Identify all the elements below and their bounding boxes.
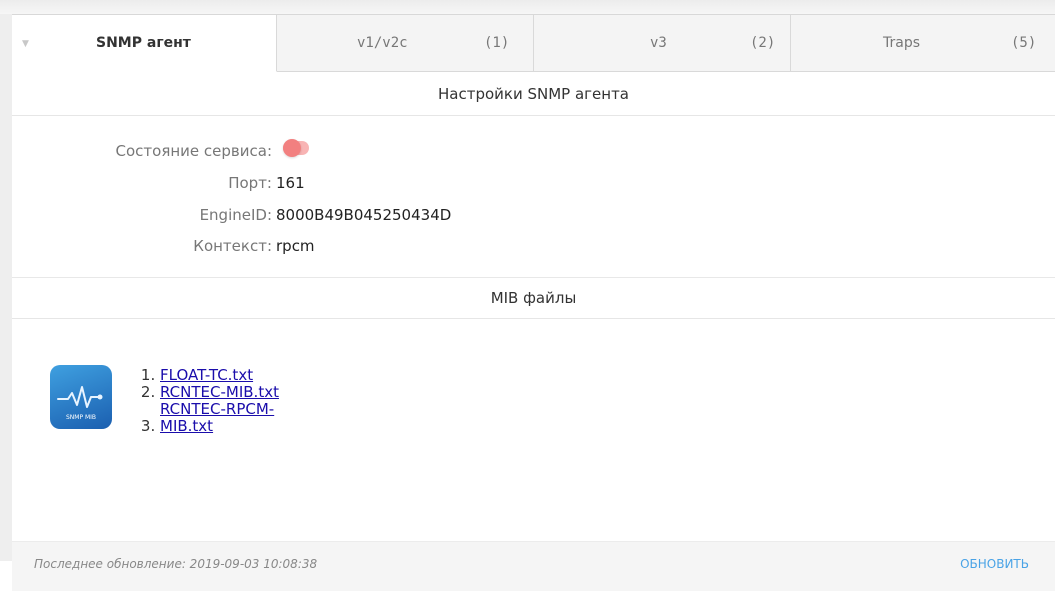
mib-file-link[interactable]: RCNTEC-RPCM-MIB.txt [160,401,300,435]
window-top-shadow [0,0,1055,14]
tab-count: (2) [750,35,776,51]
tab-label: v3 [650,35,667,51]
context-row: Контекст: rpcm [12,237,482,265]
tab-count: (5) [1011,35,1037,51]
snmp-mib-icon: SNMP MIB [50,365,112,429]
last-updated-text: Последнее обновление: 2019-09-03 10:08:3… [34,557,318,571]
footer-bar: Последнее обновление: 2019-09-03 10:08:3… [12,541,1055,591]
list-item: RCNTEC-RPCM-MIB.txt [160,401,360,435]
tab-label: SNMP агент [96,35,191,51]
engine-id-label: EngineID: [199,206,272,224]
mib-file-link[interactable]: FLOAT-TC.txt [160,366,253,384]
engine-id-row: EngineID: 8000B49B045250434D [12,206,482,234]
tab-label: Traps [883,35,921,51]
service-toggle[interactable] [283,139,309,157]
port-label: Порт: [228,174,272,192]
mib-file-link[interactable]: RCNTEC-MIB.txt [160,383,279,401]
list-item: FLOAT-TC.txt [160,367,360,384]
toggle-knob [283,139,301,157]
port-row: Порт: 161 [12,174,482,202]
refresh-button[interactable]: ОБНОВИТЬ [960,557,1029,571]
tab-bar: ▼ SNMP агент v1/v2c (1) v3 (2) Traps (5) [12,15,1055,72]
tab-count: (1) [484,35,510,51]
left-edge [0,14,12,561]
service-state-label: Состояние сервиса: [115,142,272,160]
context-label: Контекст: [193,237,272,255]
context-value: rpcm [276,237,315,255]
list-item: RCNTEC-MIB.txt [160,384,360,401]
service-state-row: Состояние сервиса: [12,142,482,170]
mib-file-list: FLOAT-TC.txt RCNTEC-MIB.txt RCNTEC-RPCM-… [136,367,360,435]
snmp-panel: ▼ SNMP агент v1/v2c (1) v3 (2) Traps (5)… [12,14,1055,591]
icon-caption: SNMP MIB [65,414,97,421]
tab-traps[interactable]: Traps (5) [791,15,1055,72]
port-value: 161 [276,174,305,192]
tab-v3[interactable]: v3 (2) [534,15,791,72]
mib-files-title: MIB файлы [12,278,1055,319]
engine-id-value: 8000B49B045250434D [276,206,452,224]
tab-v1v2c[interactable]: v1/v2c (1) [277,15,534,72]
chevron-down-icon: ▼ [22,39,29,49]
tab-snmp-agent[interactable]: ▼ SNMP агент [12,15,277,72]
tab-label: v1/v2c [357,35,408,51]
agent-settings-title: Настройки SNMP агента [12,72,1055,116]
